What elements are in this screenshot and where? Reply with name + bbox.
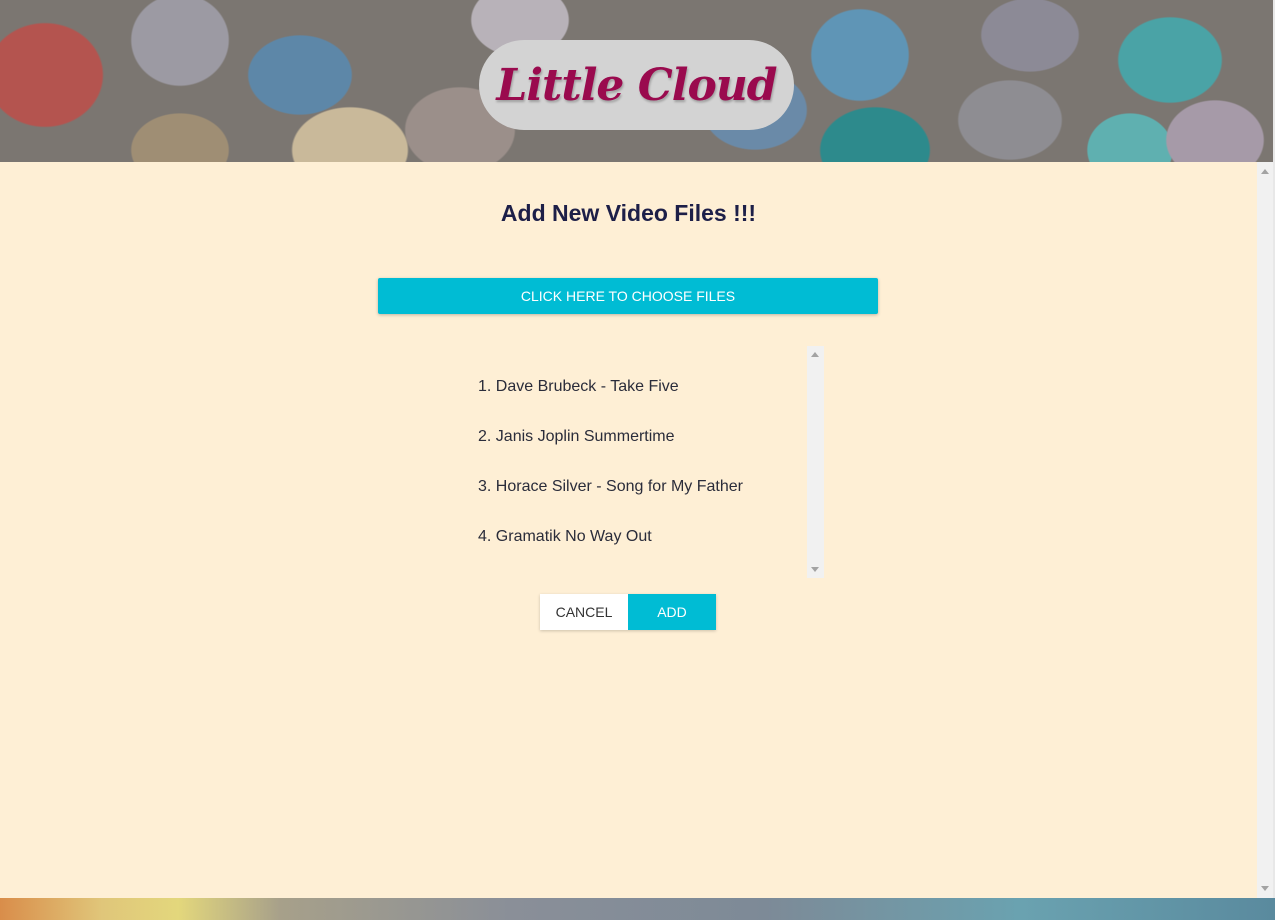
logo-text: Little Cloud [496,59,777,111]
action-buttons: CANCEL ADD [540,594,716,630]
choose-files-button[interactable]: CLICK HERE TO CHOOSE FILES [378,278,878,314]
file-list-scrollbar[interactable] [807,346,824,578]
page-scrollbar[interactable] [1257,162,1273,898]
list-item: 4. Gramatik No Way Out [478,528,652,545]
page-title: Add New Video Files !!! [500,200,757,226]
list-item: 3. Horace Silver - Song for My Father [478,478,743,495]
file-list[interactable]: 1. Dave Brubeck - Take Five 2. Janis Jop… [458,346,824,578]
scroll-up-arrow-icon[interactable] [1261,169,1269,174]
scroll-up-arrow-icon[interactable] [811,352,819,357]
cancel-button[interactable]: CANCEL [540,594,628,630]
logo: Little Cloud [479,40,794,130]
scroll-down-arrow-icon[interactable] [1261,886,1269,891]
footer-banner [0,898,1275,920]
scroll-down-arrow-icon[interactable] [811,567,819,572]
list-item: 2. Janis Joplin Summertime [478,428,675,445]
header-banner: Little Cloud [0,0,1275,162]
add-button[interactable]: ADD [628,594,716,630]
main-panel: Add New Video Files !!! CLICK HERE TO CH… [0,162,1257,898]
list-item: 1. Dave Brubeck - Take Five [478,378,679,395]
